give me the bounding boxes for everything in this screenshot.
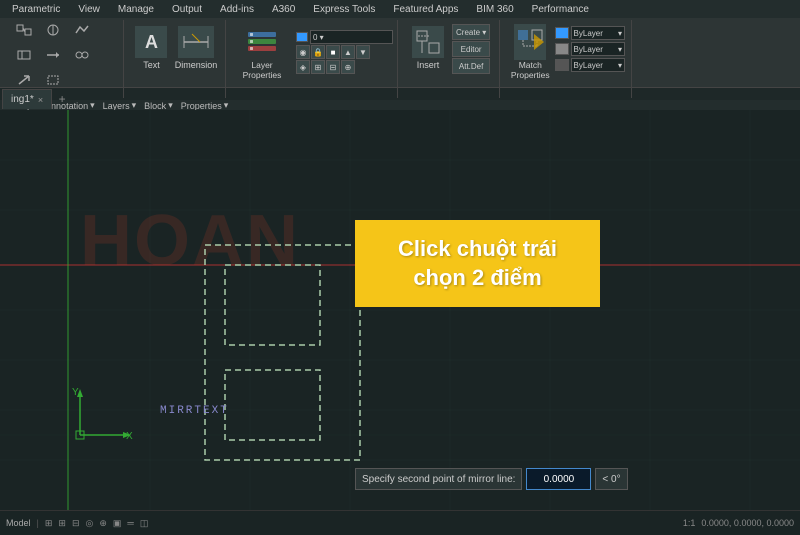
btn-modify-2[interactable]	[39, 22, 67, 46]
tab-a360[interactable]: A360	[264, 0, 303, 18]
text-label: Text	[143, 60, 160, 70]
group-block: Insert Create ▾ Editor Att.Def	[400, 20, 500, 98]
zoom-level: 1:1	[683, 518, 696, 528]
layer-btn-2[interactable]: 🔒	[311, 45, 325, 59]
att-define-btn[interactable]: Att.Def	[452, 58, 490, 74]
insert-icon	[412, 26, 444, 58]
axis-indicator: Y X	[60, 385, 140, 450]
axis-svg: Y X	[60, 385, 140, 445]
tab-express[interactable]: Express Tools	[305, 0, 383, 18]
status-sep1: |	[37, 518, 39, 529]
layer-btn-3[interactable]: ■	[326, 45, 340, 59]
tab-parametric[interactable]: Parametric	[4, 0, 68, 18]
match-properties-button[interactable]: MatchProperties	[508, 22, 553, 82]
btn-modify-7[interactable]	[10, 72, 38, 96]
dimension-button[interactable]: Dimension	[173, 22, 219, 74]
toolbar-ribbon: A Text Dimension	[0, 18, 800, 100]
text-icon: A	[135, 26, 167, 58]
dashed-shape-svg	[200, 240, 380, 470]
insert-label: Insert	[417, 60, 440, 70]
status-grid[interactable]: ⊞	[58, 518, 66, 529]
layer-btn-5[interactable]: ▼	[356, 45, 370, 59]
status-trans[interactable]: ◫	[140, 518, 149, 529]
btn-modify-4[interactable]	[10, 47, 38, 71]
layers-label: Layers	[103, 101, 130, 111]
status-right: 1:1 0.0000, 0.0000, 0.0000	[683, 518, 794, 528]
status-osnap[interactable]: ⊕	[99, 518, 107, 529]
status-bar-items: Model | ⊞ ⊞ ⊟ ◎ ⊕ ▣ ═ ◫	[6, 518, 148, 529]
layer-btn-8[interactable]: ⊟	[326, 60, 340, 74]
btn-modify-5[interactable]	[39, 47, 67, 71]
color-swatch-3	[555, 59, 569, 71]
layer-properties-icon	[244, 24, 280, 60]
match-properties-icon	[514, 24, 546, 60]
tab-manage[interactable]: Manage	[110, 0, 162, 18]
layer-btn-1[interactable]: ◉	[296, 45, 310, 59]
status-dyn[interactable]: ▣	[113, 518, 122, 529]
svg-text:X: X	[126, 431, 133, 442]
toolbar: Parametric View Manage Output Add-ins A3…	[0, 0, 800, 88]
tooltip-text-line2: chọn 2 điểm	[373, 264, 582, 293]
block-editor-btn[interactable]: Editor	[452, 41, 490, 57]
toolbar-tab-bar: Parametric View Manage Output Add-ins A3…	[0, 0, 800, 18]
btn-modify-3[interactable]	[68, 22, 96, 46]
bylayer-panel: ByLayer▾ ByLayer▾ ByLayer▾	[555, 22, 625, 72]
status-lw[interactable]: ═	[127, 518, 133, 529]
tab-addins[interactable]: Add-ins	[212, 0, 262, 18]
command-angle: < 0°	[595, 468, 627, 490]
btn-modify-1[interactable]	[10, 22, 38, 46]
status-polar[interactable]: ◎	[86, 518, 94, 529]
status-snap[interactable]: ⊞	[45, 518, 53, 529]
layer-color-swatch	[296, 32, 308, 42]
mirrtext-label: MIRRTEXT	[160, 405, 229, 417]
status-bar: Model | ⊞ ⊞ ⊟ ◎ ⊕ ▣ ═ ◫ 1:1 0.0000, 0.00…	[0, 510, 800, 535]
group-layers: LayerProperties 0 ▾ ◉ 🔒 ■ ▲ ▼	[228, 20, 398, 98]
layer-btn-6[interactable]: ◈	[296, 60, 310, 74]
btn-modify-6[interactable]	[68, 47, 96, 71]
layer-properties-label: LayerProperties	[243, 60, 282, 80]
tab-performance[interactable]: Performance	[524, 0, 597, 18]
tab-bim360[interactable]: BIM 360	[468, 0, 521, 18]
command-value-input[interactable]	[526, 468, 591, 490]
grid-svg	[0, 110, 800, 510]
color-swatch-1	[555, 27, 569, 39]
command-input-area: Specify second point of mirror line: < 0…	[355, 468, 628, 490]
tab-view[interactable]: View	[70, 0, 108, 18]
layer-dropdown[interactable]: 0 ▾	[310, 30, 393, 44]
group-modify	[4, 20, 124, 98]
dimension-label: Dimension	[175, 60, 218, 70]
dimension-icon	[178, 26, 214, 58]
status-model[interactable]: Model	[6, 518, 31, 529]
match-properties-label: MatchProperties	[511, 60, 550, 80]
block-label: Block	[144, 101, 166, 111]
bylayer-dropdown-1[interactable]: ByLayer▾	[571, 26, 625, 40]
bylayer-dropdown-2[interactable]: ByLayer▾	[571, 42, 625, 56]
group-annotation: A Text Dimension	[126, 20, 226, 98]
bylayer-dropdown-3[interactable]: ByLayer▾	[571, 58, 625, 72]
group-properties: MatchProperties ByLayer▾ ByLayer▾	[502, 20, 632, 98]
status-ortho[interactable]: ⊟	[72, 518, 80, 529]
text-button[interactable]: A Text	[132, 22, 171, 74]
tooltip-text-line1: Click chuột trái	[373, 235, 582, 264]
tooltip-box: Click chuột trái chọn 2 điểm	[355, 220, 600, 307]
tab-featured[interactable]: Featured Apps	[385, 0, 466, 18]
layer-btn-9[interactable]: ⊕	[341, 60, 355, 74]
canvas-area: HOAN MIRRTEXT Click chuột trái chọn 2 đi…	[0, 110, 800, 510]
btn-modify-8[interactable]	[39, 72, 67, 96]
create-block-btn[interactable]: Create ▾	[452, 24, 490, 40]
layer-btn-7[interactable]: ⊞	[311, 60, 325, 74]
layer-properties-button[interactable]: LayerProperties	[232, 22, 292, 82]
status-coords: 0.0000, 0.0000, 0.0000	[701, 518, 794, 528]
command-label: Specify second point of mirror line:	[355, 468, 522, 490]
tab-output[interactable]: Output	[164, 0, 210, 18]
svg-text:Y: Y	[72, 387, 79, 398]
insert-button[interactable]: Insert	[406, 22, 450, 74]
properties-label: Properties	[181, 101, 222, 111]
layer-btn-4[interactable]: ▲	[341, 45, 355, 59]
color-swatch-2	[555, 43, 569, 55]
